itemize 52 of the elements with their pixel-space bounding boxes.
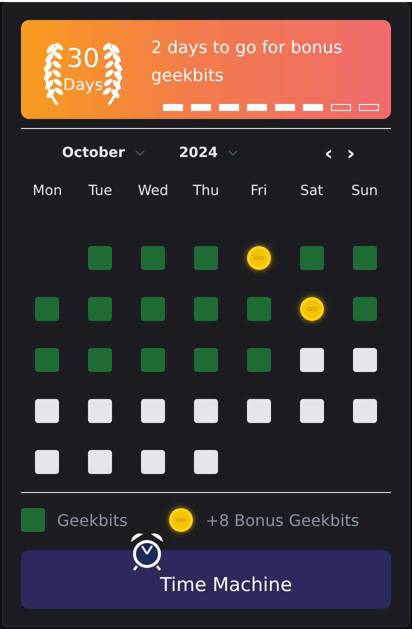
empty-day bbox=[141, 450, 166, 474]
geekbit-day bbox=[352, 297, 377, 322]
bonus-message: 2 days to go for bonus geekbits bbox=[151, 37, 344, 88]
coin-icon bbox=[298, 296, 325, 322]
geekbit-day bbox=[246, 297, 271, 322]
geekbit-day bbox=[88, 348, 112, 372]
geekbit-day bbox=[141, 348, 166, 372]
geekbit-day bbox=[35, 297, 60, 322]
weekday-label: Thu bbox=[192, 182, 220, 199]
month-select[interactable]: October bbox=[62, 145, 125, 162]
geekbit-day bbox=[88, 297, 112, 322]
geekbit-day bbox=[194, 297, 218, 322]
empty-day bbox=[194, 450, 218, 474]
time-machine-button[interactable]: Time Machine bbox=[21, 550, 391, 609]
weekday-label: Mon bbox=[32, 182, 62, 199]
empty-day bbox=[35, 450, 60, 474]
empty-day bbox=[88, 399, 112, 424]
weekday-label: Wed bbox=[138, 182, 168, 199]
coin-icon bbox=[168, 507, 194, 534]
empty-day bbox=[352, 399, 377, 424]
geekbit-day bbox=[194, 348, 218, 372]
weekday-label: Sun bbox=[351, 182, 378, 199]
geekbit-day bbox=[88, 246, 112, 270]
weekday-label: Tue bbox=[88, 182, 112, 199]
empty-day bbox=[35, 399, 60, 424]
empty-day bbox=[141, 399, 166, 424]
streak-unit: Days bbox=[63, 74, 103, 96]
streak-count: 30 bbox=[66, 44, 100, 74]
legend-label: +8 Bonus Geekbits bbox=[206, 510, 360, 530]
geekbit-day bbox=[141, 297, 166, 322]
empty-day bbox=[352, 348, 377, 372]
geekbit-day bbox=[35, 348, 60, 372]
geekbit-day bbox=[300, 246, 324, 270]
legend-label: Geekbits bbox=[57, 510, 128, 530]
geekbit-day bbox=[194, 246, 218, 270]
geekbit-day bbox=[246, 348, 271, 372]
weekday-label: Sat bbox=[300, 182, 324, 199]
geekbit-swatch bbox=[21, 508, 45, 532]
empty-day bbox=[246, 399, 271, 424]
empty-day bbox=[194, 399, 218, 424]
geekbit-day bbox=[141, 246, 166, 270]
year-select[interactable]: 2024 bbox=[178, 145, 218, 162]
next-month-button[interactable]: › bbox=[344, 143, 357, 164]
previous-month-button[interactable]: ‹ bbox=[322, 143, 335, 164]
coin-icon bbox=[246, 245, 272, 272]
empty-day bbox=[300, 399, 324, 424]
chevron-down-icon bbox=[134, 150, 145, 156]
chevron-down-icon bbox=[228, 150, 238, 156]
empty-day bbox=[88, 450, 112, 474]
geekbit-day bbox=[352, 246, 377, 270]
weekday-label: Fri bbox=[250, 182, 268, 199]
empty-day bbox=[300, 348, 324, 372]
